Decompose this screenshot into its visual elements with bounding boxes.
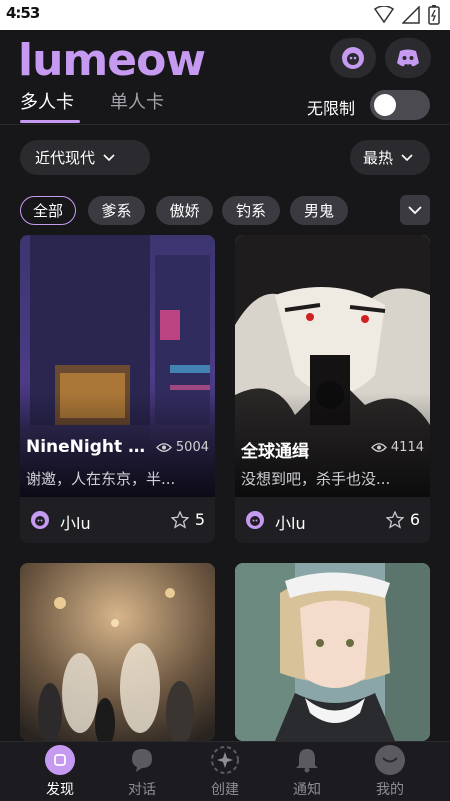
view-count: 5004 [156,440,209,455]
chevron-down-icon [401,153,413,161]
status-bar: 4:53 [0,0,450,30]
eye-icon [371,443,387,452]
chip-all[interactable]: 全部 [20,196,76,225]
card-artwork [235,563,430,741]
card-footer: 小lu 6 [235,497,430,543]
view-count-value: 5004 [175,440,209,455]
bell-icon [292,745,322,775]
chevron-down-icon [408,205,422,214]
profile-icon [375,745,405,775]
nav-create[interactable]: 创建 [190,742,260,801]
header-divider [0,124,450,125]
chip-seductive[interactable]: 钓系 [222,196,280,225]
unlimited-toggle[interactable] [370,90,430,120]
favorite-button[interactable]: 5 [170,510,205,529]
character-card[interactable]: NineNight Cl... 5004 谢邀，人在东京，半... 小lu 5 [20,235,215,543]
view-count: 4114 [371,440,424,455]
toggle-knob [374,94,396,116]
battery-icon [428,5,440,25]
star-count: 5 [194,510,205,529]
era-dropdown-label: 近代现代 [35,149,96,167]
status-icons [374,5,440,25]
discover-icon [45,745,75,775]
discord-button[interactable] [385,38,431,78]
discord-icon [397,49,419,67]
nav-notifications[interactable]: 通知 [272,742,342,801]
nav-discover[interactable]: 发现 [25,742,95,801]
wifi-icon [374,6,394,24]
sort-dropdown[interactable]: 最热 [350,140,430,175]
card-description: 没想到吧，杀手也没... [241,470,391,488]
sort-dropdown-label: 最热 [363,149,394,167]
chat-icon [127,745,157,775]
tab-single-card[interactable]: 单人卡 [110,88,164,114]
app-logo: lumeow [18,35,206,86]
card-artwork [20,235,215,497]
cat-face-icon [342,47,364,69]
card-footer: 小lu 5 [20,497,215,543]
chip-tsundere[interactable]: 傲娇 [156,196,213,225]
author-name[interactable]: 小lu [275,510,306,534]
card-artwork [20,563,215,741]
create-icon [210,745,240,775]
expand-tags-button[interactable] [400,195,430,225]
star-count: 6 [409,510,420,529]
tab-multi-card[interactable]: 多人卡 [20,88,74,114]
unlimited-label: 无限制 [307,99,356,118]
card-title: NineNight Cl... [26,437,152,457]
character-card[interactable]: 全球通缉 4114 没想到吧，杀手也没... 小lu 6 [235,235,430,543]
favorite-button[interactable]: 6 [385,510,420,529]
nav-label: 创建 [211,782,239,798]
card-title: 全球通缉 [241,442,309,462]
author-name[interactable]: 小lu [60,510,91,534]
active-tab-indicator [20,120,80,123]
bottom-navigation: 发现 对话 创建 通知 我的 [0,741,450,801]
nav-label: 发现 [46,782,74,798]
eye-icon [156,443,172,452]
author-avatar-icon [31,511,49,529]
chip-daddy[interactable]: 爹系 [88,196,145,225]
view-count-value: 4114 [390,440,424,455]
card-description: 谢邀，人在东京，半... [26,470,176,488]
nav-label: 我的 [376,782,404,798]
status-time: 4:53 [6,4,40,22]
nav-chat[interactable]: 对话 [107,742,177,801]
star-icon [170,510,189,529]
character-card[interactable] [20,563,215,741]
star-icon [385,510,404,529]
era-dropdown[interactable]: 近代现代 [20,140,150,175]
signal-icon [402,6,420,24]
cat-face-button[interactable] [330,38,376,78]
character-card[interactable] [235,563,430,741]
nav-label: 通知 [293,782,321,798]
chevron-down-icon [103,153,115,161]
nav-label: 对话 [128,782,156,798]
nav-profile[interactable]: 我的 [355,742,425,801]
chip-ghost[interactable]: 男鬼 [290,196,348,225]
author-avatar-icon [246,511,264,529]
